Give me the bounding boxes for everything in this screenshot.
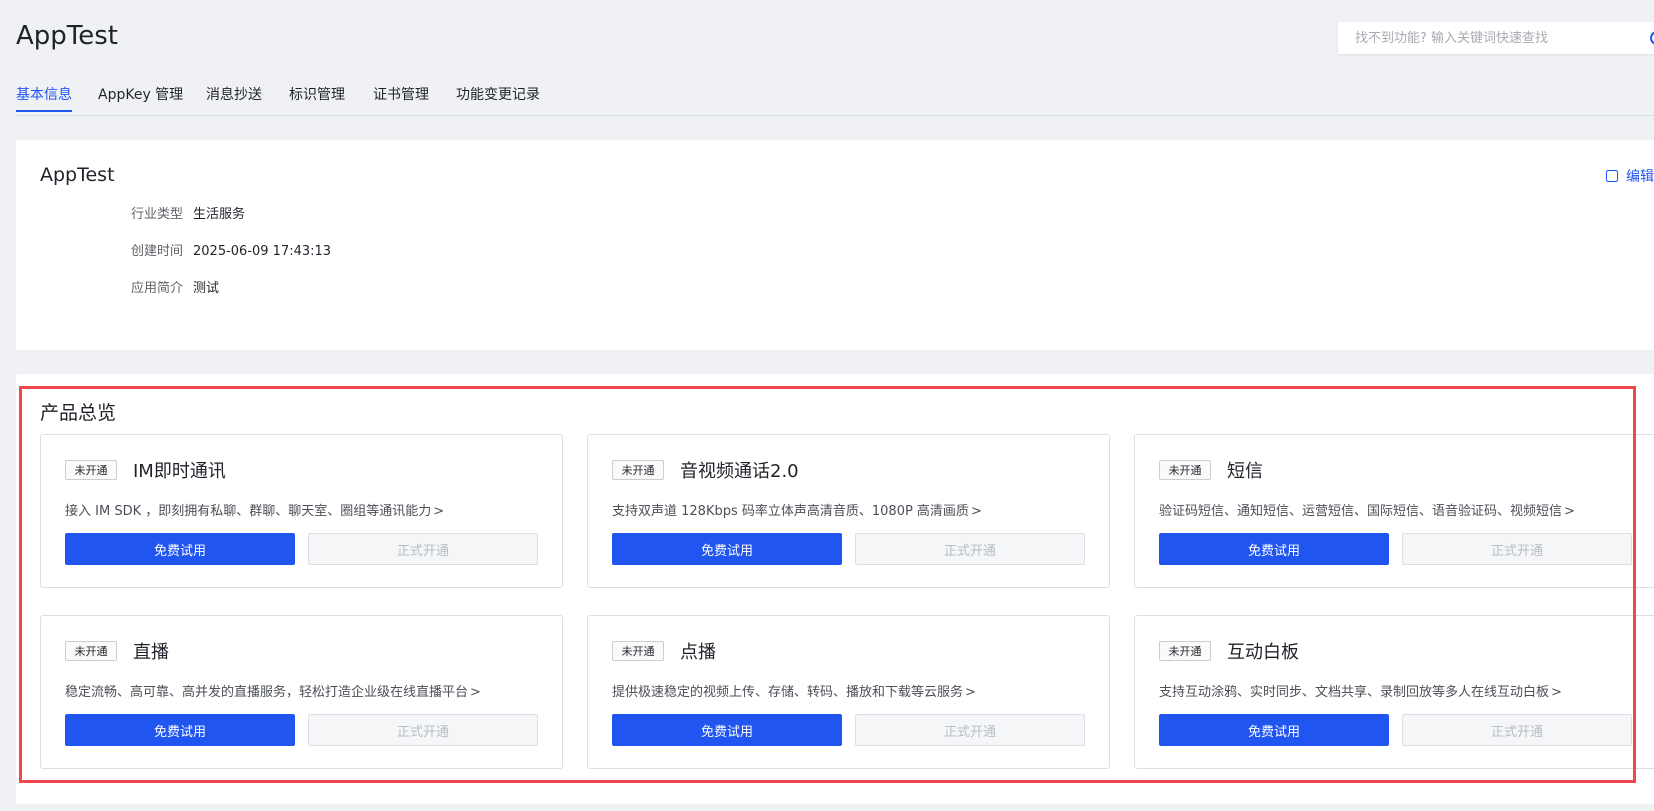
- activate-button: 正式开通: [855, 533, 1085, 565]
- product-desc-text: 接入 IM SDK ，即刻拥有私聊、群聊、聊天室、圈组等通讯能力: [65, 504, 432, 519]
- edit-icon: [1606, 170, 1618, 182]
- product-desc-link[interactable]: 支持互动涂鸦、实时同步、文档共享、录制回放等多人在线互动白板 >: [1159, 681, 1562, 700]
- chevron-right-icon: >: [1564, 504, 1575, 519]
- product-name: 音视频通话2.0: [680, 461, 799, 482]
- app-info-title: AppTest: [40, 164, 115, 186]
- tab-basic-info[interactable]: 基本信息: [16, 84, 72, 112]
- free-trial-button[interactable]: 免费试用: [1159, 533, 1389, 565]
- chevron-right-icon: >: [965, 685, 976, 700]
- info-row-intro: 应用简介 测试: [16, 277, 219, 296]
- activate-button: 正式开通: [308, 533, 538, 565]
- status-badge: 未开通: [612, 641, 664, 661]
- product-desc-link[interactable]: 接入 IM SDK ，即刻拥有私聊、群聊、聊天室、圈组等通讯能力 >: [65, 500, 444, 519]
- chevron-right-icon: >: [433, 504, 445, 519]
- info-row-industry: 行业类型 生活服务: [16, 203, 245, 222]
- product-card-sms: 未开通 短信 验证码短信、通知短信、运营短信、国际短信、语音验证码、视频短信 > …: [1134, 434, 1654, 588]
- product-overview-section: 产品总览 未开通 IM即时通讯 接入 IM SDK ，即刻拥有私聊、群聊、聊天室…: [16, 374, 1654, 804]
- activate-button: 正式开通: [1402, 533, 1632, 565]
- search-icon[interactable]: [1650, 31, 1654, 45]
- free-trial-button[interactable]: 免费试用: [65, 714, 295, 746]
- status-badge: 未开通: [65, 460, 117, 480]
- free-trial-button[interactable]: 免费试用: [1159, 714, 1389, 746]
- info-value: 测试: [193, 281, 220, 296]
- free-trial-button[interactable]: 免费试用: [65, 533, 295, 565]
- product-name: 互动白板: [1227, 642, 1299, 663]
- page: AppTest 基本信息 AppKey 管理 消息抄送 标识管理 证书管理 功能…: [0, 0, 1654, 811]
- tab-identifier[interactable]: 标识管理: [289, 84, 345, 104]
- search-input[interactable]: [1338, 22, 1635, 54]
- product-name: 点播: [680, 642, 716, 663]
- product-desc-text: 支持互动涂鸦、实时同步、文档共享、录制回放等多人在线互动白板: [1159, 685, 1550, 700]
- status-badge: 未开通: [612, 460, 664, 480]
- tab-appkey[interactable]: AppKey 管理: [98, 84, 183, 104]
- activate-button: 正式开通: [1402, 714, 1632, 746]
- info-label: 应用简介: [130, 281, 183, 296]
- free-trial-button[interactable]: 免费试用: [612, 533, 842, 565]
- chevron-right-icon: >: [470, 685, 481, 700]
- product-desc-link[interactable]: 验证码短信、通知短信、运营短信、国际短信、语音验证码、视频短信 >: [1159, 500, 1575, 519]
- tab-message-cc[interactable]: 消息抄送: [206, 84, 262, 104]
- info-value: 生活服务: [193, 207, 246, 222]
- product-desc-text: 支持双声道 128Kbps 码率立体声高清音质、1080P 高清画质: [612, 504, 969, 519]
- product-desc-text: 稳定流畅、高可靠、高并发的直播服务，轻松打造企业级在线直播平台: [65, 685, 469, 700]
- product-card-rtc: 未开通 音视频通话2.0 支持双声道 128Kbps 码率立体声高清音质、108…: [587, 434, 1110, 588]
- search-box[interactable]: [1338, 22, 1654, 54]
- chevron-right-icon: >: [970, 504, 982, 519]
- section-title: 产品总览: [40, 402, 117, 424]
- product-desc-link[interactable]: 稳定流畅、高可靠、高并发的直播服务，轻松打造企业级在线直播平台 >: [65, 681, 481, 700]
- activate-button: 正式开通: [308, 714, 538, 746]
- product-desc-text: 验证码短信、通知短信、运营短信、国际短信、语音验证码、视频短信: [1159, 504, 1563, 519]
- product-name: 直播: [133, 642, 169, 663]
- product-card-vod: 未开通 点播 提供极速稳定的视频上传、存储、转码、播放和下载等云服务 > 免费试用…: [587, 615, 1110, 769]
- edit-label: 编辑: [1626, 169, 1654, 185]
- tab-bar: 基本信息 AppKey 管理 消息抄送 标识管理 证书管理 功能变更记录: [16, 78, 1654, 116]
- info-row-created: 创建时间 2025-06-09 17:43:13: [16, 240, 331, 259]
- free-trial-button[interactable]: 免费试用: [612, 714, 842, 746]
- tab-certificate[interactable]: 证书管理: [373, 84, 429, 104]
- info-value: 2025-06-09 17:43:13: [193, 244, 332, 259]
- edit-button[interactable]: 编辑: [1606, 166, 1654, 186]
- product-desc-text: 提供极速稳定的视频上传、存储、转码、播放和下载等云服务: [612, 685, 964, 700]
- activate-button: 正式开通: [855, 714, 1085, 746]
- product-name: IM即时通讯: [133, 461, 226, 482]
- tab-change-log[interactable]: 功能变更记录: [456, 84, 540, 104]
- status-badge: 未开通: [1159, 460, 1211, 480]
- info-label: 创建时间: [130, 244, 183, 259]
- product-card-whiteboard: 未开通 互动白板 支持互动涂鸦、实时同步、文档共享、录制回放等多人在线互动白板 >…: [1134, 615, 1654, 769]
- status-badge: 未开通: [1159, 641, 1211, 661]
- app-info-card: AppTest 编辑 行业类型 生活服务 创建时间 2025-06-09 17:43…: [16, 140, 1654, 350]
- product-card-im: 未开通 IM即时通讯 接入 IM SDK ，即刻拥有私聊、群聊、聊天室、圈组等通…: [40, 434, 563, 588]
- product-desc-link[interactable]: 提供极速稳定的视频上传、存储、转码、播放和下载等云服务 >: [612, 681, 976, 700]
- info-label: 行业类型: [130, 207, 183, 222]
- page-title: AppTest: [16, 21, 118, 51]
- status-badge: 未开通: [65, 641, 117, 661]
- chevron-right-icon: >: [1551, 685, 1562, 700]
- product-desc-link[interactable]: 支持双声道 128Kbps 码率立体声高清音质、1080P 高清画质 >: [612, 500, 982, 519]
- product-name: 短信: [1227, 461, 1263, 482]
- product-card-live: 未开通 直播 稳定流畅、高可靠、高并发的直播服务，轻松打造企业级在线直播平台 > …: [40, 615, 563, 769]
